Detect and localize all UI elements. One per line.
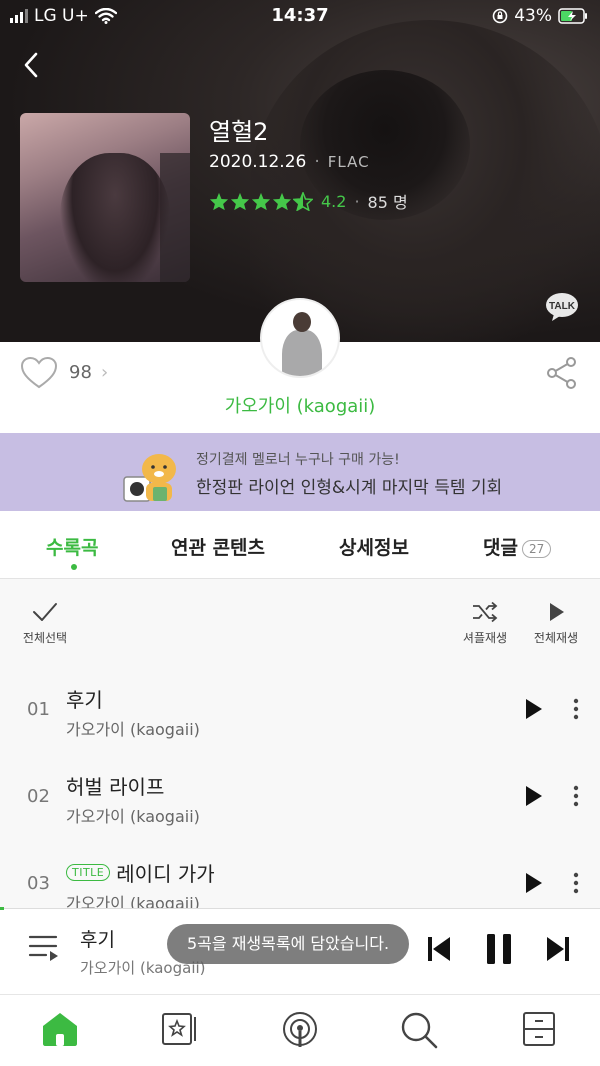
tab-comments-label: 댓글: [483, 537, 518, 559]
track-artist: 가오가이 (kaogaii): [66, 720, 200, 739]
album-cover[interactable]: [20, 113, 190, 282]
tab-related-content[interactable]: 연관 콘텐츠: [171, 533, 265, 560]
track-title: 후기: [66, 688, 103, 712]
track-row[interactable]: 02 허벌 라이프 가오가이 (kaogaii): [0, 749, 600, 836]
status-bar: LG U+ 14:37 43%: [0, 0, 600, 34]
track-artist: 가오가이 (kaogaii): [66, 807, 200, 826]
play-icon: [550, 603, 564, 621]
track-row[interactable]: 01 후기 가오가이 (kaogaii): [0, 662, 600, 749]
banner-line-1: 정기결제 멜로너 누구나 구매 가능!: [196, 452, 400, 468]
talk-label: TALK: [549, 301, 576, 312]
toast-message: 5곡을 재생목록에 담았습니다.: [167, 924, 410, 964]
playback-progress[interactable]: [0, 907, 4, 910]
more-options-icon[interactable]: [568, 872, 584, 894]
artist-name-link[interactable]: 가오가이 (kaogaii): [0, 392, 600, 418]
rating-score: 4.2: [321, 191, 347, 211]
battery-percent: 43%: [514, 6, 552, 26]
promo-banner[interactable]: 정기결제 멜로너 누구나 구매 가능! 한정판 라이언 인형&시계 마지막 득템…: [0, 433, 600, 511]
rating-stars: [209, 191, 313, 211]
checkmark-icon: [33, 603, 57, 621]
star-icon: [209, 192, 229, 210]
half-star-icon: [293, 191, 313, 211]
album-rating[interactable]: 4.2 · 85 명: [209, 189, 408, 213]
comment-count-badge: 27: [521, 539, 552, 558]
play-icon[interactable]: [522, 698, 544, 720]
shuffle-icon: [473, 601, 498, 623]
tab-tracks[interactable]: 수록곡: [46, 533, 98, 560]
search-icon[interactable]: [400, 1011, 438, 1049]
bottom-navigation: [0, 994, 600, 1066]
now-playing-title: 후기: [80, 929, 115, 951]
back-icon[interactable]: [18, 50, 48, 80]
track-number: 03: [27, 873, 50, 894]
home-icon[interactable]: [41, 1011, 79, 1047]
track-list-area: 전체선택 셔플재생 전체재생 01 후기 가오가이 (kaogaii) 02 허…: [0, 579, 600, 913]
tab-details[interactable]: 상세정보: [339, 533, 409, 560]
my-music-icon[interactable]: [160, 1011, 200, 1047]
select-all-button[interactable]: 전체선택: [20, 601, 70, 646]
play-all-button[interactable]: 전체재생: [531, 601, 581, 646]
active-tab-indicator: [71, 564, 77, 570]
rotation-lock-icon: [492, 8, 508, 24]
star-icon: [251, 192, 271, 210]
shuffle-label: 셔플재생: [462, 631, 508, 645]
album-title: 열혈2: [209, 118, 269, 146]
track-title: TITLE 레이디 가가: [66, 858, 215, 887]
share-icon[interactable]: [546, 356, 578, 390]
like-count[interactable]: 98: [69, 362, 92, 383]
album-header: LG U+ 14:37 43% 열혈2 2020.12.26 · FLAC 4.…: [0, 0, 600, 342]
kakao-talk-icon[interactable]: TALK: [545, 292, 579, 322]
release-date: 2020.12.26: [209, 152, 307, 172]
select-all-label: 전체선택: [22, 631, 68, 645]
play-icon[interactable]: [522, 785, 544, 807]
star-icon: [272, 192, 292, 210]
pause-icon[interactable]: [484, 933, 514, 965]
play-all-label: 전체재생: [533, 631, 579, 645]
previous-track-icon[interactable]: [426, 935, 452, 963]
track-number: 01: [27, 699, 50, 720]
shuffle-play-button[interactable]: 셔플재생: [460, 601, 510, 646]
heart-icon[interactable]: [20, 356, 58, 390]
next-track-icon[interactable]: [545, 935, 571, 963]
ryan-character-icon: [123, 454, 176, 502]
more-options-icon[interactable]: [568, 698, 584, 720]
battery-icon: [558, 8, 587, 24]
chevron-right-icon[interactable]: ›: [101, 362, 108, 383]
tab-comments[interactable]: 댓글 27: [483, 533, 552, 560]
track-title: 허벌 라이프: [66, 775, 165, 799]
drawer-menu-icon[interactable]: [522, 1011, 556, 1047]
more-options-icon[interactable]: [568, 785, 584, 807]
podcast-icon[interactable]: [281, 1011, 319, 1049]
star-icon: [230, 192, 250, 210]
like-row: 98 › 가오가이 (kaogaii): [0, 342, 600, 432]
playlist-icon[interactable]: [28, 933, 60, 963]
rating-count: 85 명: [367, 193, 408, 212]
audio-format: FLAC: [327, 153, 370, 171]
track-number: 02: [27, 786, 50, 807]
banner-line-2: 한정판 라이언 인형&시계 마지막 득템 기회: [196, 478, 503, 498]
play-icon[interactable]: [522, 872, 544, 894]
title-track-badge: TITLE: [66, 864, 111, 881]
album-meta: 2020.12.26 · FLAC: [209, 152, 370, 172]
mini-player[interactable]: 후기 가오가이 (kaogaii) 5곡을 재생목록에 담았습니다.: [0, 907, 600, 994]
album-tabs: 수록곡 연관 콘텐츠 상세정보 댓글 27: [0, 511, 600, 579]
